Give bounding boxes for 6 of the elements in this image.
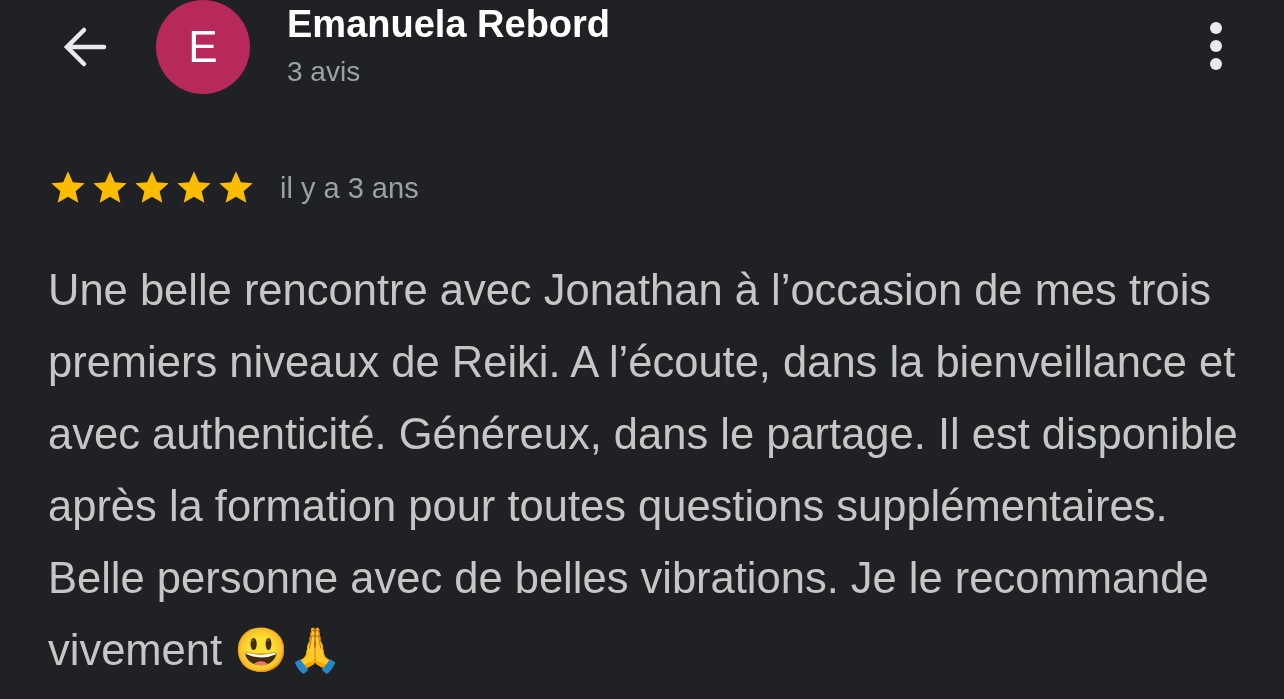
avatar: E: [156, 0, 250, 94]
review-text: Une belle rencontre avec Jonathan à l’occasion de mes trois premiers niveaux de Reiki. A l’écoute, dans la bienveillance et avec authenticité. Généreux, dans le partage. Il est disponible après la formation pour toutes questions supplémentaires. Belle personne avec de belles vibrations. Je le recommande vivement 😃🙏: [48, 265, 1239, 676]
reviewer-name: Emanuela Rebord: [287, 2, 611, 46]
review-count: 3 avis: [287, 55, 362, 89]
more-options-icon[interactable]: [1208, 20, 1224, 72]
review-time: il y a 3 ans: [280, 171, 419, 205]
